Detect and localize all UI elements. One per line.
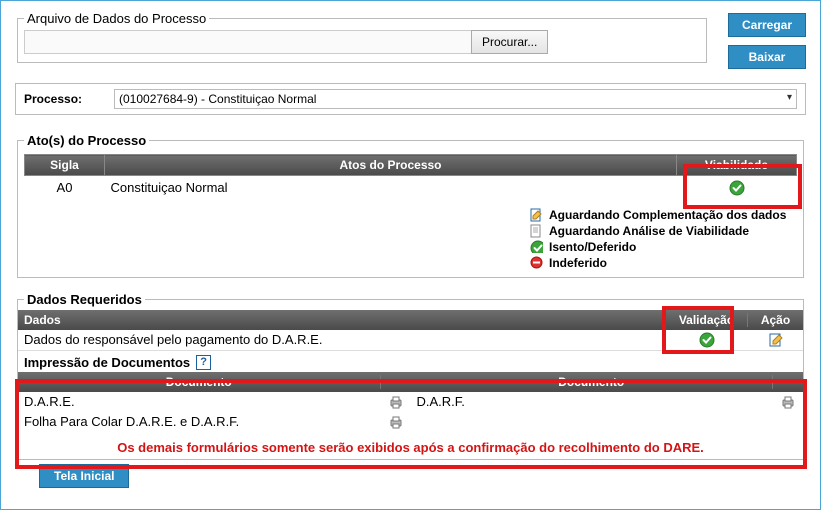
doc-name: Folha Para Colar D.A.R.E. e D.A.R.F. [18,414,381,429]
status-legend: Aguardando Complementação dos dados Agua… [24,207,797,271]
print-cell[interactable] [773,393,803,410]
doc-name: D.A.R.E. [18,394,381,409]
print-icon[interactable] [780,394,796,410]
dados-header-valid: Validação [666,313,748,327]
table-row: D.A.R.E. D.A.R.F. [18,392,803,412]
dados-section: Dados Requeridos Dados Validação Ação Da… [17,292,804,460]
atos-header-sigla: Sigla [25,155,105,176]
processo-row: Processo: (010027684-9) - Constituiçao N… [15,83,806,115]
file-upload-title: Arquivo de Dados do Processo [24,11,209,26]
print-cell[interactable] [381,413,411,430]
dados-title: Dados Requeridos [24,292,145,307]
home-button[interactable]: Tela Inicial [39,464,129,488]
file-upload-fieldset: Arquivo de Dados do Processo Procurar... [17,11,707,63]
cell-viab [677,176,797,199]
doc-name: D.A.R.F. [411,394,774,409]
impressao-title: Impressão de Documentos [24,355,190,370]
browse-button[interactable]: Procurar... [471,30,548,54]
legend-item: Aguardando Análise de Viabilidade [529,223,797,239]
atos-title: Ato(s) do Processo [24,133,149,148]
warning-text: Os demais formulários somente serão exib… [18,432,803,459]
processo-selected-value: (010027684-9) - Constituiçao Normal [119,92,316,106]
atos-table: Sigla Atos do Processo Viabilidade A0 Co… [24,154,797,199]
doc-icon [530,224,542,238]
legend-item: Aguardando Complementação dos dados [529,207,797,223]
dados-header-dados: Dados [18,313,666,327]
atos-header-atos: Atos do Processo [105,155,677,176]
atos-header-viab: Viabilidade [677,155,797,176]
dados-row-valid [666,332,748,348]
legend-item: Isento/Deferido [529,239,797,255]
processo-label: Processo: [24,92,114,106]
help-icon[interactable]: ? [196,355,211,370]
check-icon [699,332,715,348]
doc-header: Documento Documento [18,372,803,392]
table-row: Folha Para Colar D.A.R.E. e D.A.R.F. [18,412,803,432]
check-icon [530,240,543,253]
cell-sigla: A0 [25,176,105,199]
atos-section: Ato(s) do Processo Sigla Atos do Process… [17,133,804,278]
dados-row-text: Dados do responsável pelo pagamento do D… [18,330,666,349]
dados-header: Dados Validação Ação [18,310,803,330]
legend-text: Aguardando Análise de Viabilidade [549,224,749,238]
load-button[interactable]: Carregar [728,13,806,37]
table-row: A0 Constituiçao Normal [25,176,797,199]
download-button[interactable]: Baixar [728,45,806,69]
dados-header-acao: Ação [748,313,803,327]
legend-text: Indeferido [549,256,607,270]
print-icon[interactable] [388,394,404,410]
file-path-input[interactable] [24,30,472,54]
cell-ato: Constituiçao Normal [105,176,677,199]
doc-header-right: Documento [411,375,774,389]
print-icon[interactable] [388,414,404,430]
doc-header-left: Documento [18,375,381,389]
stop-icon [530,256,543,269]
legend-text: Aguardando Complementação dos dados [549,208,786,222]
table-row: Dados do responsável pelo pagamento do D… [18,330,803,350]
legend-item: Indeferido [529,255,797,271]
doc-edit-icon [530,208,542,222]
dados-row-acao[interactable] [748,332,803,348]
check-icon [729,180,745,196]
legend-text: Isento/Deferido [549,240,636,254]
processo-select[interactable]: (010027684-9) - Constituiçao Normal [114,89,797,109]
edit-icon[interactable] [768,332,784,348]
print-cell[interactable] [381,393,411,410]
impressao-title-row: Impressão de Documentos ? [18,350,803,372]
